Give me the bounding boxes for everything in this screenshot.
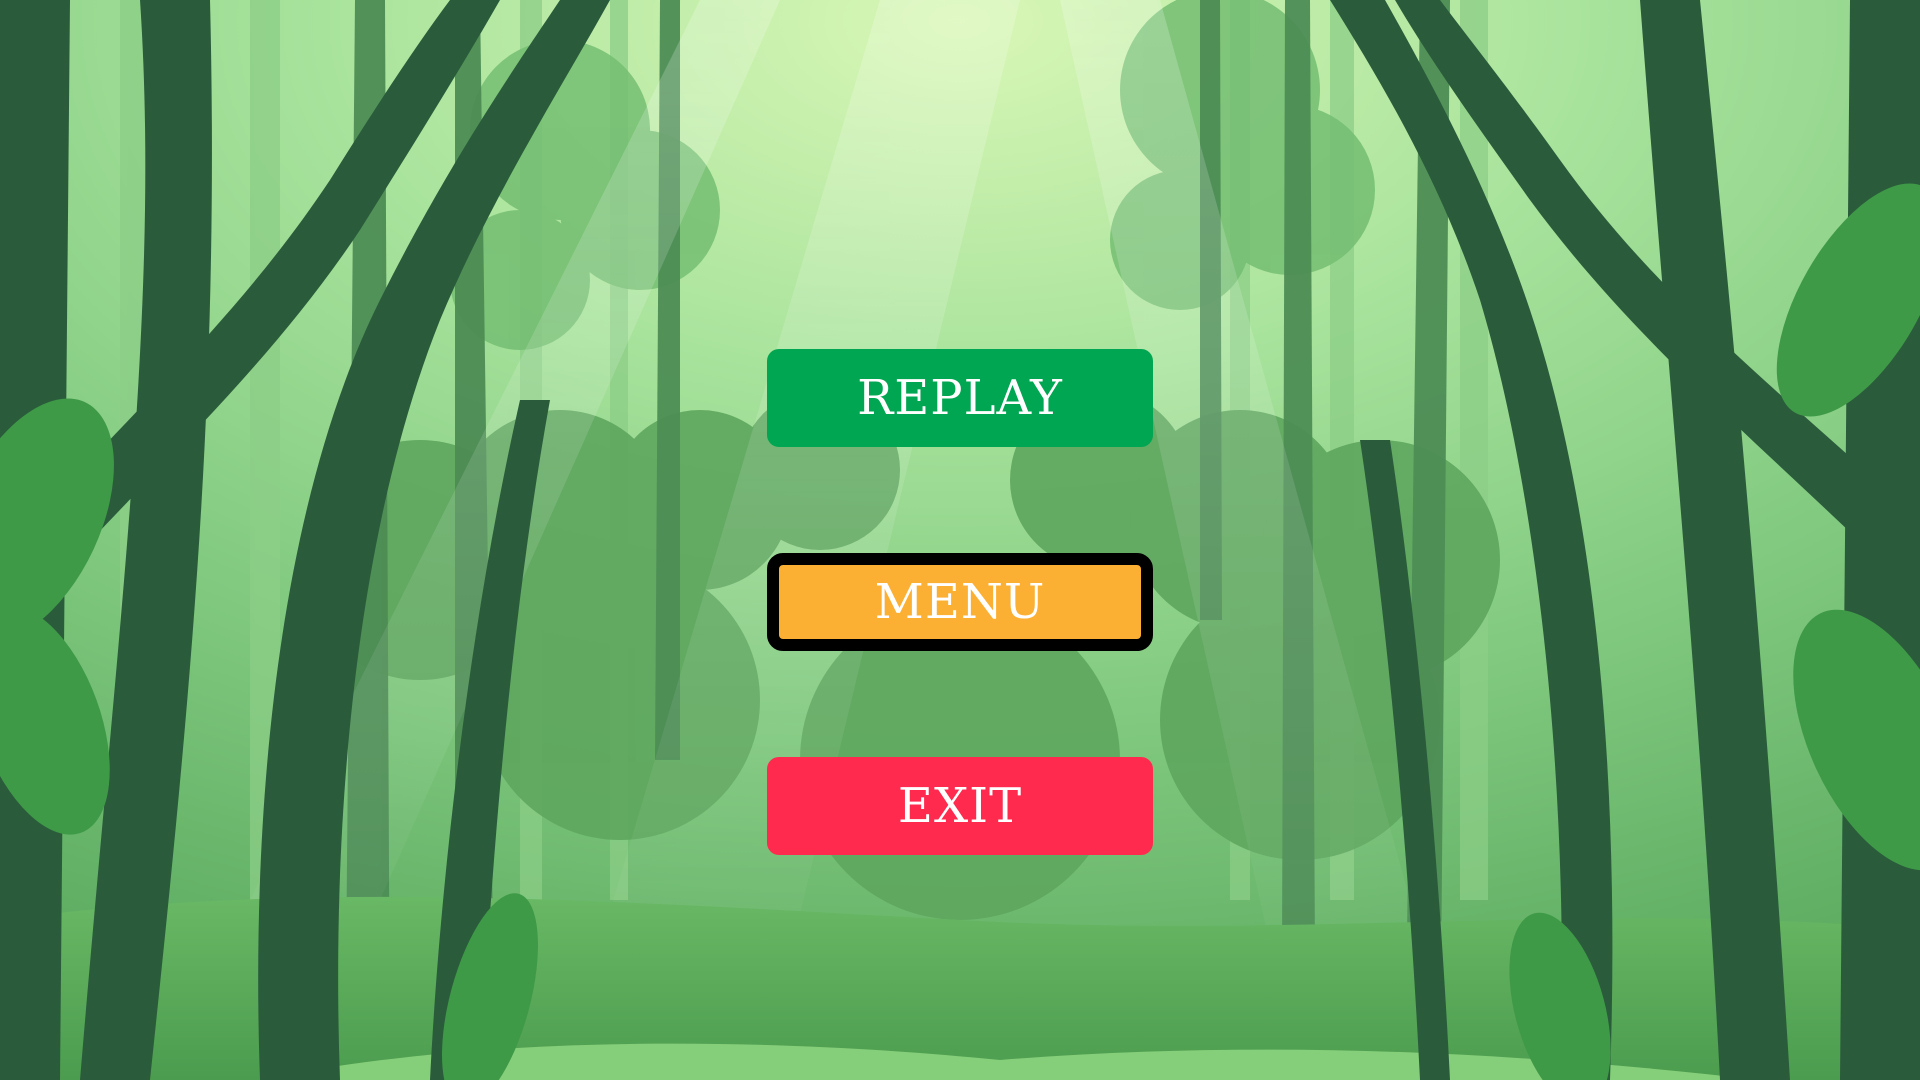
forest-background [0, 0, 1920, 1080]
game-menu-screen: REPLAY MENU EXIT [0, 0, 1920, 1080]
replay-button[interactable]: REPLAY [767, 349, 1153, 447]
menu-button[interactable]: MENU [767, 553, 1153, 651]
exit-button[interactable]: EXIT [767, 757, 1153, 855]
